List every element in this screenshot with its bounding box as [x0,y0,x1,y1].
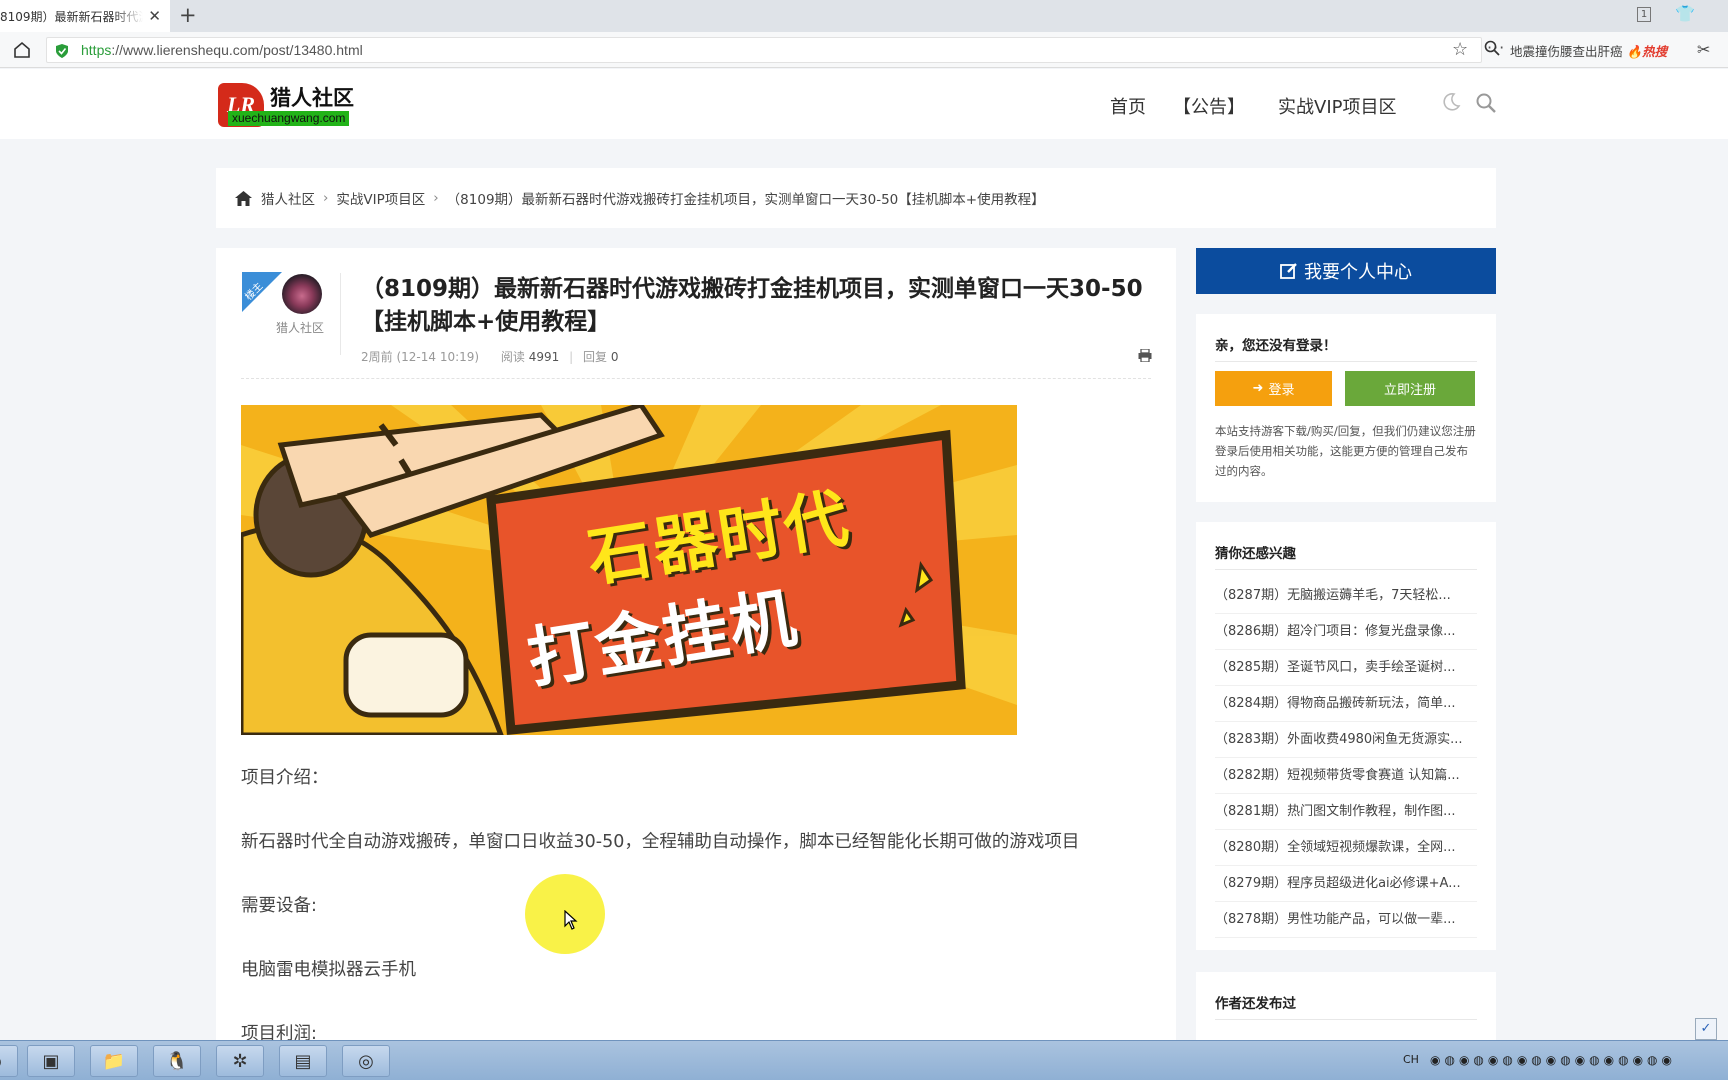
bookmark-star-icon[interactable]: ☆ [1452,39,1468,60]
post-title: （8109期）最新新石器时代游戏搬砖打金挂机项目，实测单窗口一天30-50【挂机… [361,276,1143,335]
replies-count: 0 [610,350,619,364]
system-tray-icons[interactable]: ◉◍◉◍◉◍◉◍◉◍◉◍◉◍◉◍◉ [1430,1053,1676,1067]
avatar[interactable] [282,274,322,314]
list-item[interactable]: （8285期）圣诞节风口，卖手绘圣诞树... [1215,650,1477,686]
edit-icon [1280,263,1297,279]
related-posts-list: （8287期）无脑搬运薅羊毛，7天轻松... （8286期）超冷门项目：修复光盘… [1215,578,1477,938]
qq-icon[interactable]: 🐧 [153,1045,201,1077]
list-item[interactable]: （8284期）得物商品搬砖新玩法，简单... [1215,686,1477,722]
breadcrumb-current: （8109期）最新新石器时代游戏搬砖打金挂机项目，实测单窗口一天30-50【挂机… [446,192,1045,208]
login-button[interactable]: ➜ 登录 [1215,371,1332,406]
list-item[interactable]: （8283期）外面收费4980闲鱼无货源实... [1215,722,1477,758]
list-item[interactable]: （8280期）全领域短视频爆款课，全网... [1215,830,1477,866]
paragraph: 新石器时代全自动游戏搬砖，单窗口日收益30-50，全程辅助自动操作，脚本已经智能… [241,832,1080,852]
hot-search-link[interactable]: 地震撞伤腰查出肝癌 🔥热搜 [1510,41,1667,60]
register-button[interactable]: 立即注册 [1345,371,1475,406]
login-note: 本站支持游客下载/购买/回复，但我们仍建议您注册登录后使用相关功能，这能更方便的… [1215,424,1476,478]
divider [1215,1019,1477,1020]
related-posts-card: 猜你还感兴趣 （8287期）无脑搬运薅羊毛，7天轻松... （8286期）超冷门… [1196,522,1496,950]
post-banner-image: 石器时代 打金挂机 [241,405,1017,735]
user-center-button[interactable]: 我要个人中心 [1196,248,1496,294]
home-icon[interactable] [235,190,252,206]
language-indicator[interactable]: CH [1403,1053,1419,1066]
browser-tab[interactable]: 8109期）最新新石器时代游 ✕ [0,0,170,32]
breadcrumb-separator: › [433,190,439,206]
mouse-cursor-icon [564,910,578,930]
related-posts-title: 猜你还感兴趣 [1215,546,1296,562]
browser-tab-bar: 8109期）最新新石器时代游 ✕ + 1 👕 [0,0,1728,32]
paragraph: 需要设备: [241,896,317,916]
app-slides-icon[interactable]: ▤ [279,1045,327,1077]
logo-name: 猎人社区 [270,86,354,110]
list-item[interactable]: （8286期）超冷门项目：修复光盘录像... [1215,614,1477,650]
divider [340,273,341,355]
shield-icon [56,44,68,58]
replies-label: 回复 [583,350,608,364]
checkbox-tool-icon[interactable]: ✓ [1695,1018,1717,1040]
search-icon[interactable] [1484,40,1500,56]
author-name[interactable]: 猎人社区 [276,319,324,336]
nav-announcement[interactable]: 【公告】 [1173,93,1245,119]
browser-app-icon[interactable]: ◎ [342,1045,390,1077]
list-item[interactable]: （8282期）短视频带货零食赛道 认知篇... [1215,758,1477,794]
login-title: 亲，您还没有登录！ [1215,338,1337,354]
app-frame-icon[interactable]: ▣ [27,1045,75,1077]
home-icon[interactable] [12,40,32,60]
breadcrumb: 猎人社区 › 实战VIP项目区 › （8109期）最新新石器时代游戏搬砖打金挂机… [216,168,1496,228]
new-tab-icon[interactable]: + [179,3,197,27]
paragraph: 电脑雷电模拟器云手机 [241,960,416,980]
os-taskbar: ● ▣ 📁 🐧 ✲ ▤ ◎ CH ◉◍◉◍◉◍◉◍◉◍◉◍◉◍◉◍◉ [0,1040,1728,1080]
list-item[interactable]: （8278期）男性功能产品，可以做一辈... [1215,902,1477,938]
paragraph: 项目介绍： [241,768,329,788]
breadcrumb-home[interactable]: 猎人社区 [261,188,315,208]
list-item[interactable]: （8279期）程序员超级进化ai必修课+A... [1215,866,1477,902]
author-posts-title: 作者还发布过 [1215,996,1296,1012]
login-button-label: 登录 [1268,383,1295,398]
search-icon[interactable] [1476,93,1496,113]
list-item[interactable]: （8287期）无脑搬运薅羊毛，7天轻松... [1215,578,1477,614]
site-header: LR 猎人社区 xuechuangwang.com 首页 【公告】 实战VIP项… [0,69,1728,139]
breadcrumb-category[interactable]: 实战VIP项目区 [336,188,425,208]
login-card: 亲，您还没有登录！ ➜ 登录 立即注册 本站支持游客下载/购买/回复，但我们仍建… [1196,314,1496,502]
site-logo[interactable]: LR 猎人社区 xuechuangwang.com [218,81,368,129]
sign-in-icon: ➜ [1252,381,1264,396]
divider [1215,569,1477,570]
app-network-icon[interactable]: ✲ [216,1045,264,1077]
breadcrumb-separator: › [323,190,329,206]
address-bar-row: https://www.lierenshequ.com/post/13480.h… [0,32,1728,68]
scissors-icon[interactable]: ✂ [1697,40,1710,59]
url-text: https://www.lierenshequ.com/post/13480.h… [81,42,363,58]
moon-icon[interactable] [1441,92,1461,112]
post-time: 2周前 (12-14 10:19) [361,350,480,364]
print-icon[interactable] [1138,349,1152,362]
divider [241,378,1151,379]
nav-vip-projects[interactable]: 实战VIP项目区 [1278,93,1396,119]
post-meta: 2周前 (12-14 10:19) 阅读 4991 | 回复 0 [361,350,619,364]
logo-domain: xuechuangwang.com [228,111,350,126]
divider [1215,361,1477,362]
shirt-icon[interactable]: 👕 [1675,4,1695,23]
user-center-label: 我要个人中心 [1304,262,1412,283]
window-count-icon[interactable]: 1 [1637,7,1651,22]
url-input[interactable]: https://www.lierenshequ.com/post/13480.h… [46,37,1504,63]
close-tab-icon[interactable]: ✕ [148,7,161,25]
start-orb-icon[interactable]: ● [0,1045,18,1077]
article-card: 楼主 猎人社区 （8109期）最新新石器时代游戏搬砖打金挂机项目，实测单窗口一天… [216,248,1176,1048]
nav-home[interactable]: 首页 [1110,93,1146,119]
reads-label: 阅读 [500,350,525,364]
app-folder-icon[interactable]: 📁 [90,1045,138,1077]
list-item[interactable]: （8281期）热门图文制作教程，制作图... [1215,794,1477,830]
reads-count: 4991 [528,350,560,364]
tab-title: 8109期）最新新石器时代游 [0,9,143,24]
